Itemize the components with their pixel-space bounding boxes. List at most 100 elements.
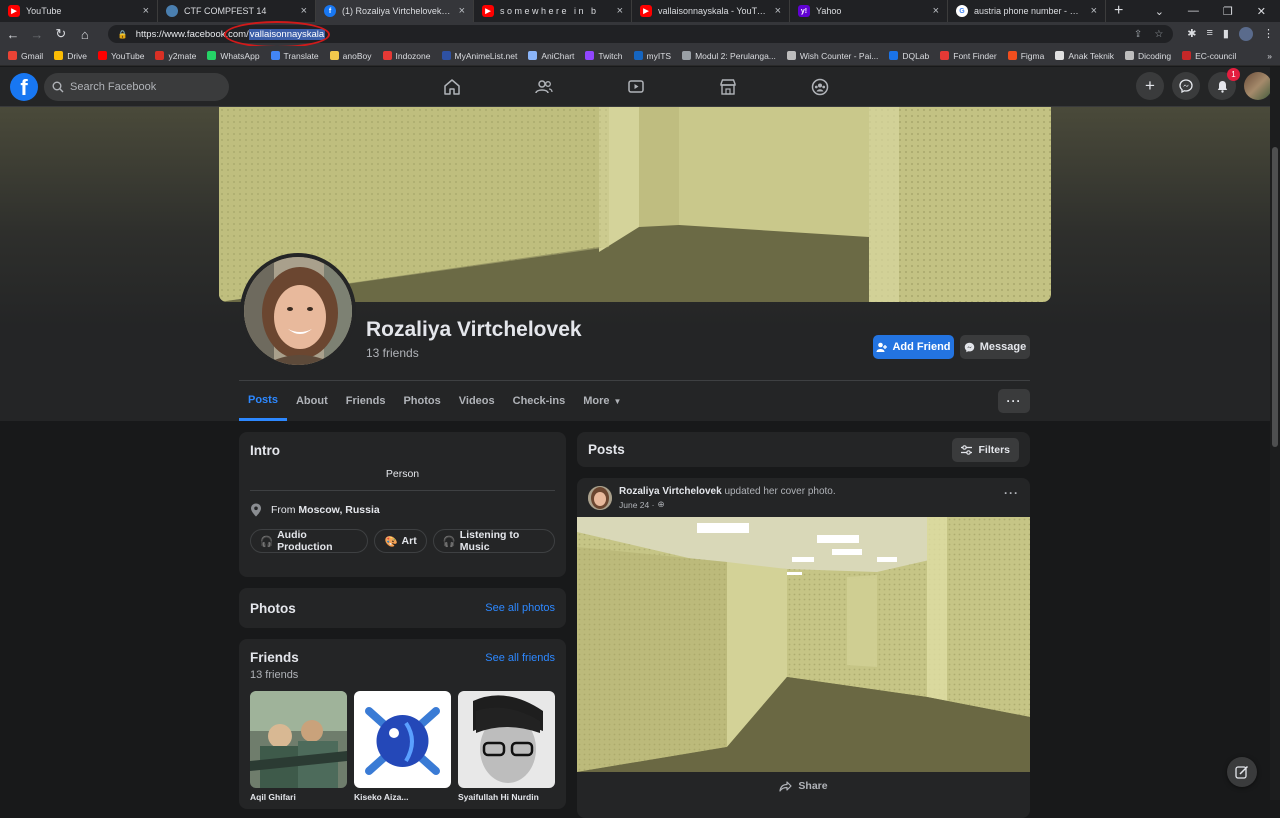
bookmark-item[interactable]: Drive xyxy=(54,51,87,61)
friend-item[interactable]: Syaifullah Hi Nurdin xyxy=(458,691,555,802)
friend-photo[interactable] xyxy=(250,691,347,788)
bookmark-item[interactable]: Twitch xyxy=(585,51,623,61)
post-author-avatar[interactable] xyxy=(588,486,612,510)
create-button[interactable]: + xyxy=(1136,72,1164,100)
browser-tab[interactable]: ▶ YouTube × xyxy=(0,0,158,22)
bookmark-star-icon[interactable]: ☆ xyxy=(1154,29,1163,40)
extensions-icon[interactable]: ✱ xyxy=(1187,27,1196,41)
notifications-button[interactable]: 1 xyxy=(1208,68,1240,100)
new-message-button[interactable] xyxy=(1227,757,1257,787)
bookmark-item[interactable]: anoBoy xyxy=(329,51,372,61)
browser-profile-avatar[interactable] xyxy=(1238,27,1253,41)
tab-search-icon[interactable]: ⌄ xyxy=(1155,5,1164,18)
browser-tab[interactable]: ▶ s o m e w h e r e i n b × xyxy=(474,0,632,22)
home-nav-button[interactable] xyxy=(406,67,498,107)
hobby-chip[interactable]: 🎧 Listening to Music xyxy=(432,529,555,553)
lock-icon[interactable]: 🔒 xyxy=(118,30,128,39)
bookmark-item[interactable]: Indozone xyxy=(382,51,431,61)
friend-item[interactable]: Kiseko Aiza... xyxy=(354,691,451,802)
post-date[interactable]: June 24 · xyxy=(619,500,654,510)
friend-name[interactable]: Syaifullah Hi Nurdin xyxy=(458,792,555,802)
tab-videos[interactable]: Videos xyxy=(450,381,504,421)
cover-photo[interactable] xyxy=(219,107,1051,302)
bookmark-item[interactable]: YouTube xyxy=(98,51,144,61)
add-friend-button[interactable]: Add Friend xyxy=(873,335,954,359)
tab-photos[interactable]: Photos xyxy=(394,381,449,421)
bookmark-item[interactable]: Dicoding xyxy=(1125,51,1171,61)
friend-name[interactable]: Kiseko Aiza... xyxy=(354,792,451,802)
friend-photo[interactable] xyxy=(458,691,555,788)
url-input[interactable]: 🔒 https://www.facebook.com/vallaisonnays… xyxy=(107,21,1174,48)
bookmark-item[interactable]: AniChart xyxy=(528,51,574,61)
close-icon[interactable]: × xyxy=(1091,5,1097,17)
bookmark-item[interactable]: Modul 2: Perulanga... xyxy=(682,51,776,61)
bookmark-item[interactable]: WhatsApp xyxy=(207,51,260,61)
bookmark-item[interactable]: Translate xyxy=(270,51,319,61)
profile-more-options-button[interactable]: ··· xyxy=(998,389,1030,413)
close-icon[interactable]: × xyxy=(143,5,149,17)
close-icon[interactable]: × xyxy=(459,5,465,17)
bookmark-item[interactable]: Anak Teknik xyxy=(1055,51,1114,61)
post-options-button[interactable]: ··· xyxy=(1004,486,1019,500)
new-tab-button[interactable]: + xyxy=(1114,2,1123,20)
side-panel-icon[interactable]: ▮ xyxy=(1223,27,1229,41)
more-bookmarks-icon[interactable]: » xyxy=(1267,51,1272,61)
back-icon[interactable]: ← xyxy=(6,27,20,42)
message-button[interactable]: Message xyxy=(960,335,1030,359)
browser-tab[interactable]: CTF COMPFEST 14 × xyxy=(158,0,316,22)
home-icon[interactable]: ⌂ xyxy=(78,27,92,42)
search-input[interactable] xyxy=(70,81,220,93)
page-scrollbar[interactable] xyxy=(1270,67,1280,800)
reload-icon[interactable]: ↻ xyxy=(54,26,68,42)
share-button[interactable]: Share xyxy=(577,772,1030,800)
tab-check-ins[interactable]: Check-ins xyxy=(504,381,575,421)
see-all-photos-link[interactable]: See all photos xyxy=(485,602,555,614)
browser-menu-icon[interactable]: ⋮ xyxy=(1263,27,1274,41)
post-image[interactable] xyxy=(577,517,1030,772)
browser-tab[interactable]: ▶ vallaisonnayskala - YouTube × xyxy=(632,0,790,22)
bookmark-item[interactable]: DQLab xyxy=(889,51,929,61)
profile-picture[interactable] xyxy=(240,253,356,369)
bookmark-item[interactable]: EC-council xyxy=(1182,51,1236,61)
tab-about[interactable]: About xyxy=(287,381,337,421)
friend-item[interactable]: Aqil Ghifari xyxy=(250,691,347,802)
bookmark-item[interactable]: y2mate xyxy=(155,51,196,61)
tab-more[interactable]: More ▼ xyxy=(574,381,630,421)
marketplace-nav-button[interactable] xyxy=(682,67,774,107)
watch-nav-button[interactable] xyxy=(590,67,682,107)
groups-nav-button[interactable] xyxy=(774,67,866,107)
hometown-link[interactable]: Moscow, Russia xyxy=(298,504,379,516)
friends-nav-button[interactable] xyxy=(498,67,590,107)
close-icon[interactable]: × xyxy=(301,5,307,17)
post-author-name[interactable]: Rozaliya Virtchelovek xyxy=(619,486,722,497)
close-icon[interactable]: × xyxy=(775,5,781,17)
messenger-button[interactable] xyxy=(1172,72,1200,100)
forward-icon[interactable]: → xyxy=(30,27,44,42)
share-page-icon[interactable]: ⇪ xyxy=(1134,29,1142,40)
friend-photo[interactable] xyxy=(354,691,451,788)
filters-button[interactable]: Filters xyxy=(952,437,1019,462)
bookmark-item[interactable]: Font Finder xyxy=(940,51,997,61)
browser-tab[interactable]: y! Yahoo × xyxy=(790,0,948,22)
profile-friend-count[interactable]: 13 friends xyxy=(366,346,419,360)
reading-list-icon[interactable]: ≡ xyxy=(1207,27,1213,41)
bookmark-item[interactable]: Figma xyxy=(1007,51,1044,61)
browser-tab[interactable]: Gaustria phone number - Google× xyxy=(948,0,1106,22)
tab-posts[interactable]: Posts xyxy=(239,381,287,421)
friend-name[interactable]: Aqil Ghifari xyxy=(250,792,347,802)
bookmark-item[interactable]: Gmail xyxy=(8,51,43,61)
tab-friends[interactable]: Friends xyxy=(337,381,395,421)
search-box[interactable] xyxy=(44,73,229,101)
bookmark-item[interactable]: MyAnimeList.net xyxy=(441,51,517,61)
scrollbar-thumb[interactable] xyxy=(1272,147,1278,447)
account-avatar[interactable] xyxy=(1244,72,1272,100)
bookmark-item[interactable]: Wish Counter - Pai... xyxy=(786,51,878,61)
hobby-chip[interactable]: 🎨 Art xyxy=(374,529,427,553)
hobby-chip[interactable]: 🎧 Audio Production xyxy=(250,529,369,553)
facebook-logo[interactable]: f xyxy=(10,73,38,101)
close-window-icon[interactable]: ✕ xyxy=(1257,5,1266,18)
bookmark-item[interactable]: myITS xyxy=(633,51,671,61)
browser-tab-active[interactable]: f(1) Rozaliya Virtchelovek | Faceb× xyxy=(316,0,474,22)
close-icon[interactable]: × xyxy=(933,5,939,17)
see-all-friends-link[interactable]: See all friends xyxy=(485,652,555,664)
